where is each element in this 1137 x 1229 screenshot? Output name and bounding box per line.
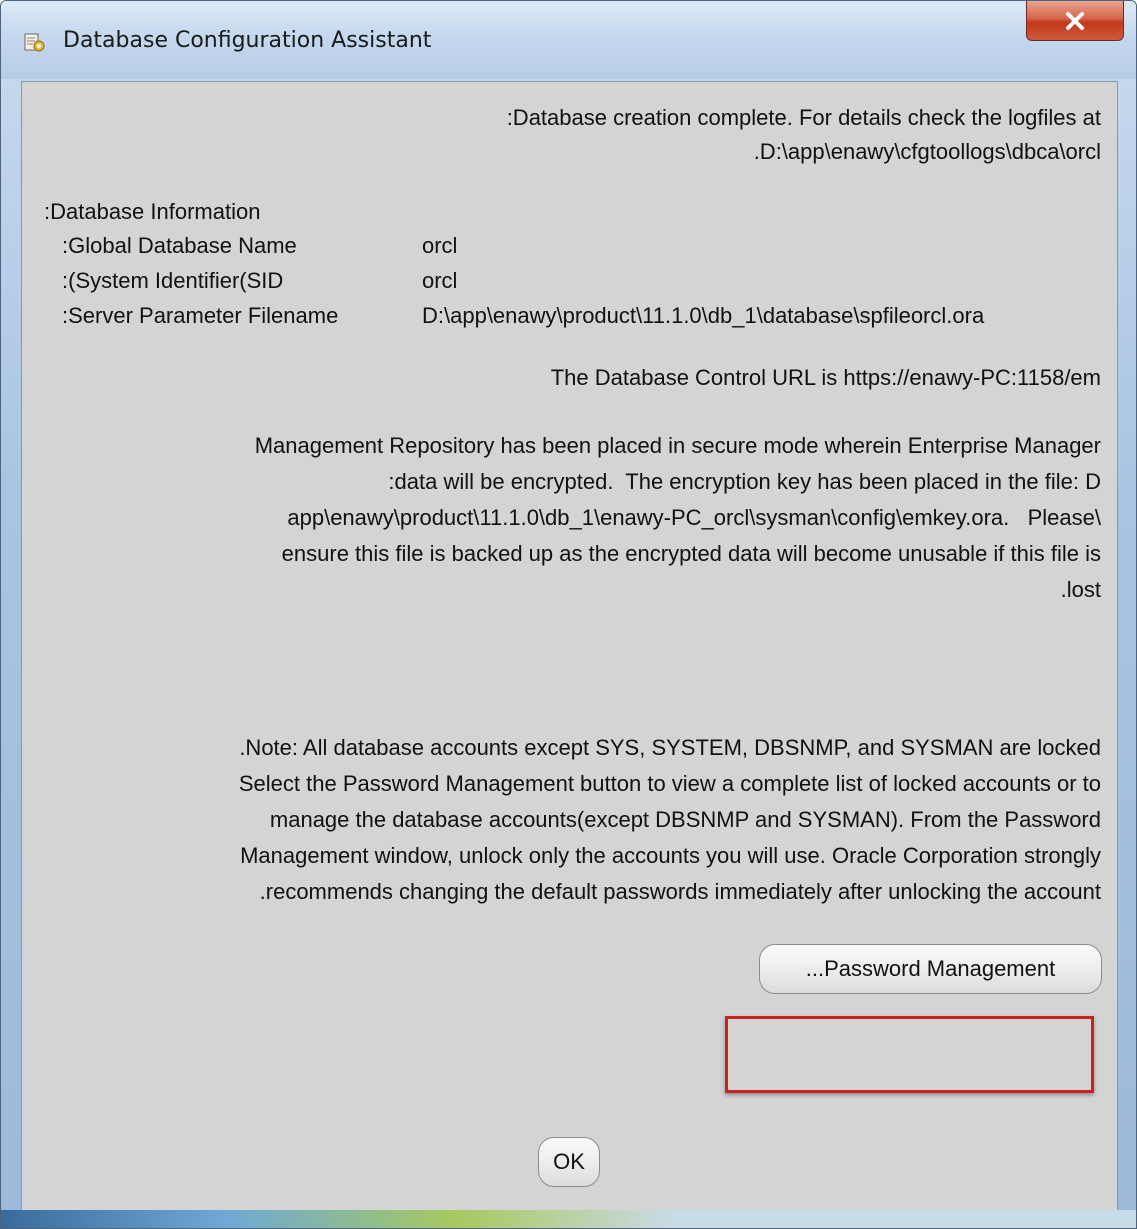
control-url-text: The Database Control URL is https://enaw… [550, 365, 1101, 390]
note-message-line: Select the Password Management button to… [238, 771, 1101, 796]
database-info-heading: :Database Information [44, 199, 261, 224]
sid-label: :(System Identifier(SID [62, 268, 284, 293]
completion-line-2: .D:\app\enawy\cfgtoollogs\dbca\orcl [753, 139, 1101, 164]
repository-message-line: :data will be encrypted. The encryption … [388, 469, 1101, 494]
close-icon [1066, 11, 1084, 30]
password-management-button[interactable]: ...Password Management [759, 944, 1102, 994]
title-bar[interactable]: Database Configuration Assistant [1, 1, 1136, 79]
note-message-line: manage the database accounts(except DBSN… [269, 807, 1101, 832]
close-button[interactable] [1026, 1, 1124, 41]
completion-line-1: :Database creation complete. For details… [506, 105, 1101, 130]
repository-message-line: Management Repository has been placed in… [254, 433, 1101, 458]
sid-value: orcl [422, 268, 458, 293]
global-db-name-label: :Global Database Name [62, 233, 297, 258]
taskbar-strip [1, 1210, 1136, 1228]
window-title: Database Configuration Assistant [63, 28, 432, 53]
global-db-name-value: orcl [422, 233, 458, 258]
note-message-line: .Note: All database accounts except SYS,… [239, 735, 1101, 760]
note-message-line: .recommends changing the default passwor… [259, 879, 1101, 904]
repository-message-line: app\enawy\product\11.1.0\db_1\enawy-PC_o… [287, 505, 1101, 530]
spfile-value: D:\app\enawy\product\11.1.0\db_1\databas… [422, 303, 985, 328]
app-icon [24, 33, 45, 52]
repository-message-line: ensure this file is backed up as the enc… [281, 541, 1101, 566]
dbca-window: Database Configuration Assistant :Databa… [0, 0, 1137, 1229]
repository-message-line: .lost [1060, 577, 1101, 602]
note-message-line: Management window, unlock only the accou… [240, 843, 1101, 868]
highlight-box [725, 1016, 1094, 1093]
ok-button[interactable]: OK [538, 1137, 600, 1187]
spfile-label: :Server Parameter Filename [62, 303, 339, 328]
